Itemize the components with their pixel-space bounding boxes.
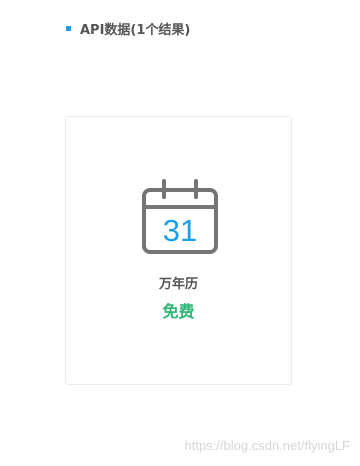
- watermark: https://blog.csdn.net/flyingLF: [184, 438, 350, 453]
- calendar-icon: 31: [142, 179, 218, 254]
- section-bullet: [66, 25, 71, 31]
- api-name: 万年历: [158, 277, 198, 292]
- api-price-badge: 免费: [162, 302, 195, 321]
- section-header: API数据(1个结果): [66, 18, 190, 38]
- api-card-wannianli[interactable]: 31 万年历 免费: [65, 116, 292, 385]
- section-title: API数据(1个结果): [80, 22, 191, 38]
- calendar-day: 31: [163, 213, 197, 248]
